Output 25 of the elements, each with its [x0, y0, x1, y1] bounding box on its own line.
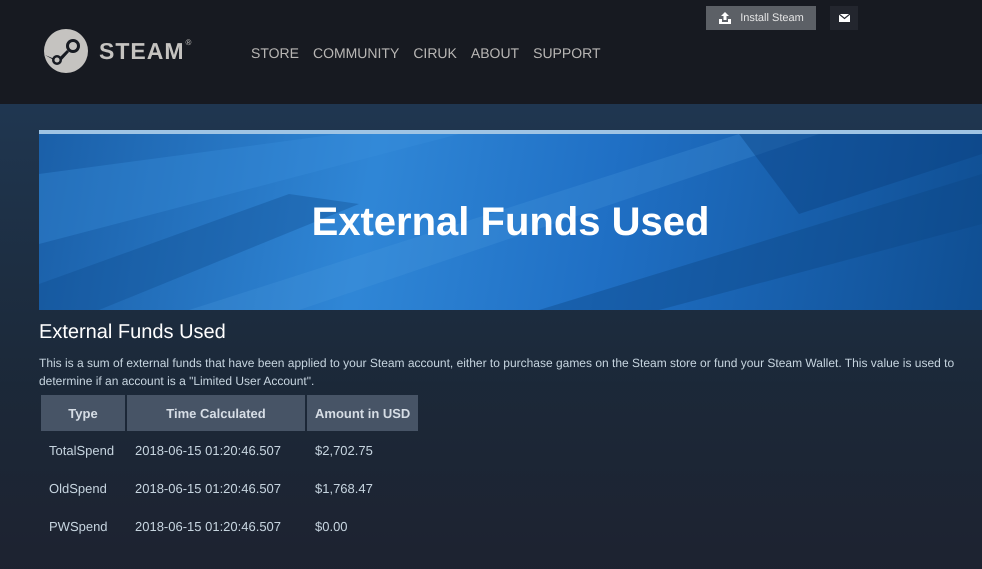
column-header: Type: [41, 395, 125, 431]
table-cell-text: PWSpend: [48, 518, 109, 536]
envelope-icon: [838, 14, 850, 22]
steam-logo-text[interactable]: STEAM$^{®}$: [99, 38, 192, 64]
table-cell-text: 2018-06-15 01:20:46.507: [134, 480, 282, 498]
banner-title: External Funds Used: [312, 200, 710, 244]
nav-link[interactable]: ABOUT: [470, 45, 520, 61]
table-cell-text: TotalSpend: [48, 442, 116, 460]
nav-link[interactable]: STORE: [251, 45, 299, 61]
table-cell-text: $1,768.47: [314, 480, 374, 498]
column-header: Amount in USD: [307, 395, 418, 431]
column-header: Time Calculated: [127, 395, 305, 431]
install-steam-button[interactable]: Install Steam: [706, 6, 816, 30]
section-heading: External Funds Used: [39, 321, 227, 344]
table-cell-text: 2018-06-15 01:20:46.507: [134, 442, 282, 460]
mail-button[interactable]: [830, 6, 858, 30]
steam-logo-icon[interactable]: [43, 28, 89, 74]
description: This is a sum of external funds that have been applied to your Steam account, either to purchase games on the Steam store or fund your Steam Wallet. This value is used to determine if an account is a "Limited User Account".: [39, 355, 956, 390]
nav-link[interactable]: CIRUK: [413, 45, 457, 61]
table-cell-text: OldSpend: [48, 480, 108, 498]
nav-link[interactable]: COMMUNITY: [312, 45, 400, 61]
table-cell-text: $2,702.75: [314, 442, 374, 460]
nav-link[interactable]: SUPPORT: [533, 45, 601, 61]
table-cell-text: $0.00: [314, 518, 349, 536]
table-cell-text: 2018-06-15 01:20:46.507: [134, 518, 282, 536]
